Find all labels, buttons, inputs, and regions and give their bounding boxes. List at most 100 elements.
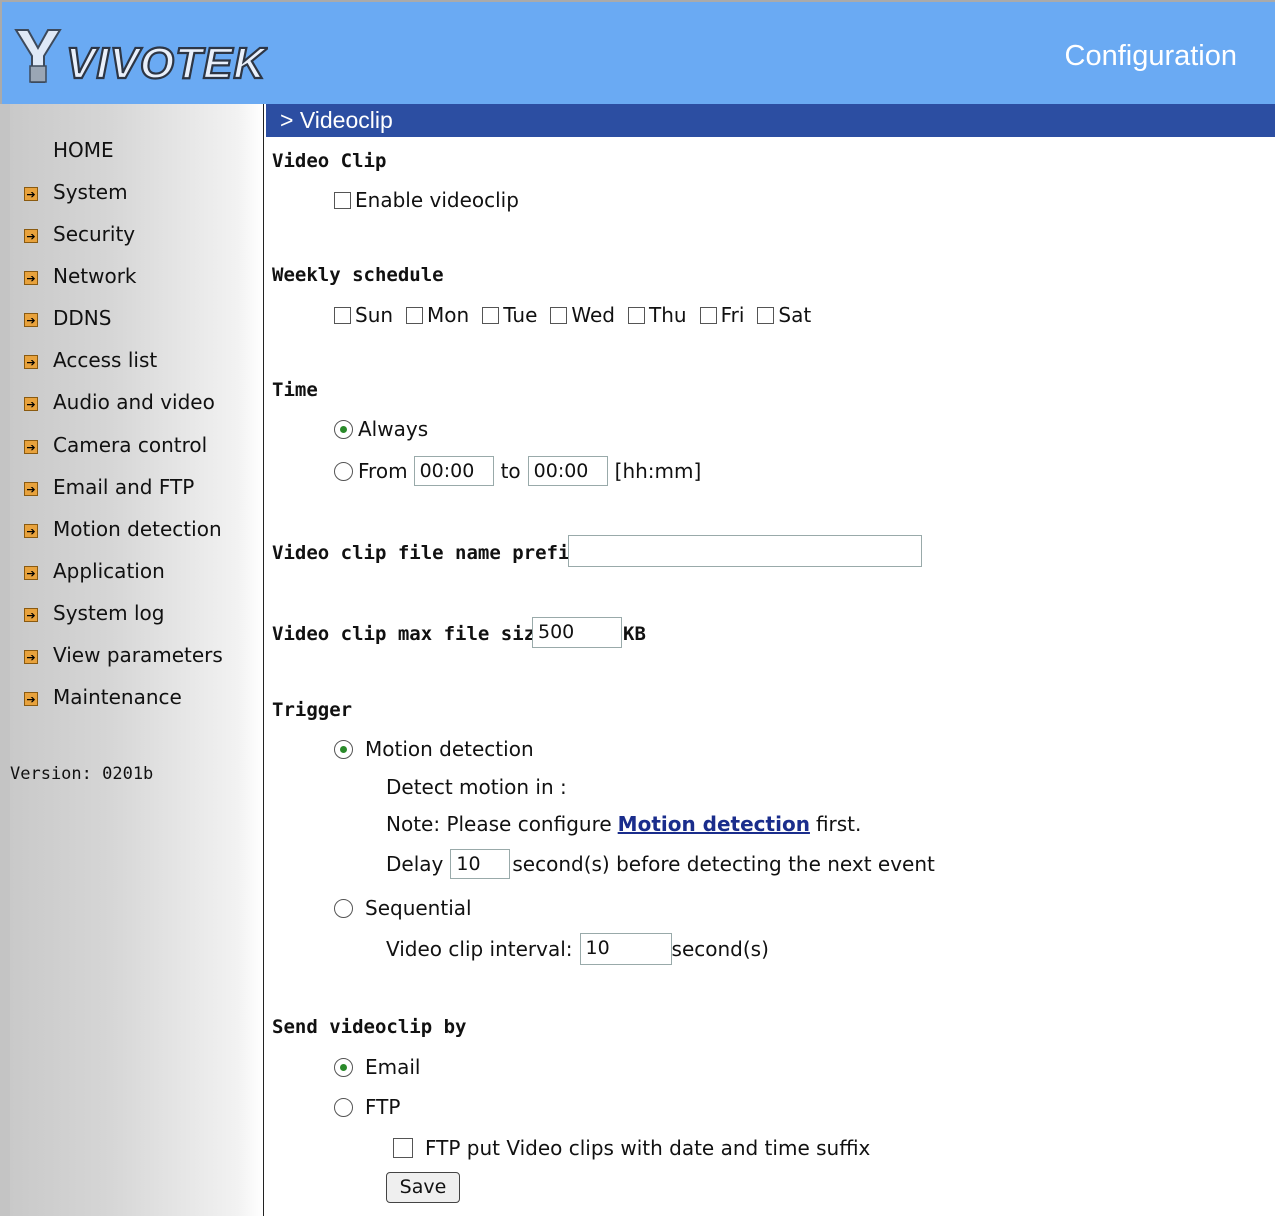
arrow-right-icon: ➔	[24, 440, 38, 454]
send-ftp-label: FTP	[365, 1095, 401, 1119]
sidebar-item-label: View parameters	[53, 643, 223, 667]
arrow-right-icon: ➔	[24, 524, 38, 538]
sidebar-item-label: Application	[53, 559, 165, 583]
day-checkbox-mon[interactable]	[406, 306, 424, 324]
prefix-input[interactable]	[568, 535, 922, 567]
send-heading: Send videoclip by	[272, 1016, 467, 1038]
time-always-radio[interactable]	[334, 419, 353, 439]
ftp-suffix-label: FTP put Video clips with date and time s…	[425, 1136, 871, 1160]
day-checkbox-sat[interactable]	[757, 306, 775, 324]
trigger-motion-row: Motion detection	[334, 737, 534, 761]
sidebar-item-home[interactable]: HOME	[53, 138, 114, 162]
sidebar-item-application[interactable]: ➔ Application	[24, 559, 165, 583]
sidebar-item-label: DDNS	[53, 306, 112, 330]
delay-suffix: second(s) before detecting the next even…	[512, 852, 935, 876]
sidebar-item-motion-detection[interactable]: ➔ Motion detection	[24, 517, 222, 541]
arrow-right-icon: ➔	[24, 397, 38, 411]
delay-label: Delay	[386, 852, 444, 876]
arrow-right-icon: ➔	[24, 482, 38, 496]
sidebar-item-camera-control[interactable]: ➔ Camera control	[24, 433, 207, 457]
trigger-sequential-radio[interactable]	[334, 898, 353, 918]
header-title: Configuration	[1064, 40, 1238, 72]
sidebar-item-label: Maintenance	[53, 685, 182, 709]
time-from-input[interactable]: 00:00	[413, 456, 494, 486]
trigger-sequential-row: Sequential	[334, 896, 472, 920]
sidebar-item-access-list[interactable]: ➔ Access list	[24, 348, 157, 372]
enable-videoclip-row: Enable videoclip	[334, 188, 519, 212]
interval-row: Video clip interval: 10 second(s)	[386, 933, 769, 965]
arrow-right-icon: ➔	[24, 566, 38, 580]
sidebar-item-label: System	[53, 180, 128, 204]
time-always-row: Always	[334, 417, 428, 441]
sidebar-item-network[interactable]: ➔ Network	[24, 264, 137, 288]
sidebar-item-label: Security	[53, 222, 136, 246]
sidebar-item-email-and-ftp[interactable]: ➔ Email and FTP	[24, 475, 194, 499]
send-ftp-radio[interactable]	[334, 1097, 353, 1117]
time-always-label: Always	[358, 417, 429, 441]
day-checkbox-sun[interactable]	[334, 306, 351, 324]
delay-input[interactable]: 10	[450, 849, 511, 879]
sidebar-item-audio-and-video[interactable]: ➔ Audio and video	[24, 390, 215, 414]
page-header: VIVOTEK Configuration	[0, 0, 1275, 104]
day-checkbox-wed[interactable]	[550, 306, 568, 324]
prefix-label: Video clip file name prefix	[272, 542, 581, 564]
trigger-motion-label: Motion detection	[365, 737, 534, 761]
sidebar-item-label: Motion detection	[53, 517, 222, 541]
interval-input[interactable]: 10	[579, 933, 672, 965]
arrow-right-icon: ➔	[24, 608, 38, 622]
time-to-input[interactable]: 00:00	[527, 456, 608, 486]
sidebar-item-label: Email and FTP	[53, 475, 195, 499]
sidebar-item-label: Camera control	[53, 433, 208, 457]
delay-row: Delay 10 second(s) before detecting the …	[386, 849, 935, 879]
day-label-mon: Mon	[427, 303, 470, 327]
enable-videoclip-label: Enable videoclip	[355, 188, 519, 212]
weekday-row: Sun Mon Tue Wed Thu Fri Sat	[334, 303, 811, 327]
time-format-hint: [hh:mm]	[614, 459, 702, 483]
time-from-row: From 00:00 to 00:00 [hh:mm]	[334, 456, 701, 486]
day-label-fri: Fri	[720, 303, 745, 327]
arrow-right-icon: ➔	[24, 650, 38, 664]
ftp-suffix-row: FTP put Video clips with date and time s…	[393, 1136, 870, 1160]
breadcrumb-bar: > Videoclip	[266, 104, 1275, 137]
sidebar-item-system[interactable]: ➔ System	[24, 180, 128, 204]
sidebar-item-ddns[interactable]: ➔ DDNS	[24, 306, 111, 330]
arrow-right-icon: ➔	[24, 271, 38, 285]
send-ftp-row: FTP	[334, 1095, 400, 1119]
time-from-radio[interactable]	[334, 461, 353, 481]
save-button[interactable]: Save	[386, 1172, 460, 1203]
day-label-wed: Wed	[571, 303, 615, 327]
vivotek-logo: VIVOTEK	[14, 29, 268, 89]
sidebar-item-system-log[interactable]: ➔ System log	[24, 601, 164, 625]
day-checkbox-thu[interactable]	[628, 306, 645, 324]
max-size-input[interactable]: 500	[532, 617, 622, 648]
arrow-right-icon: ➔	[24, 229, 38, 243]
trigger-sequential-label: Sequential	[365, 896, 472, 920]
sidebar-item-security[interactable]: ➔ Security	[24, 222, 135, 246]
sidebar-item-label: System log	[53, 601, 165, 625]
send-email-radio[interactable]	[334, 1057, 353, 1077]
send-email-row: Email	[334, 1055, 421, 1079]
ftp-suffix-checkbox[interactable]	[393, 1138, 413, 1158]
day-checkbox-tue[interactable]	[482, 306, 500, 324]
version-label: Version: 0201b	[10, 764, 154, 784]
enable-videoclip-checkbox[interactable]	[334, 191, 351, 209]
sidebar-item-label: Access list	[53, 348, 158, 372]
detect-motion-label: Detect motion in :	[386, 775, 567, 799]
sidebar-item-label: Network	[53, 264, 137, 288]
max-size-label: Video clip max file size	[272, 623, 547, 645]
motion-detection-link[interactable]: Motion detection	[618, 812, 810, 836]
sidebar-item-maintenance[interactable]: ➔ Maintenance	[24, 685, 182, 709]
arrow-right-icon: ➔	[24, 187, 38, 201]
time-to-label: to	[500, 459, 521, 483]
sidebar-item-view-parameters[interactable]: ➔ View parameters	[24, 643, 223, 667]
day-checkbox-fri[interactable]	[699, 306, 717, 324]
note-suffix: first.	[815, 812, 862, 836]
day-label-sat: Sat	[778, 303, 812, 327]
sidebar-item-label: Audio and video	[53, 390, 215, 414]
arrow-right-icon: ➔	[24, 355, 38, 369]
send-email-label: Email	[365, 1055, 421, 1079]
breadcrumb: > Videoclip	[280, 107, 393, 133]
arrow-right-icon: ➔	[24, 313, 38, 327]
trigger-motion-radio[interactable]	[334, 739, 353, 759]
svg-text:VIVOTEK: VIVOTEK	[66, 39, 268, 88]
